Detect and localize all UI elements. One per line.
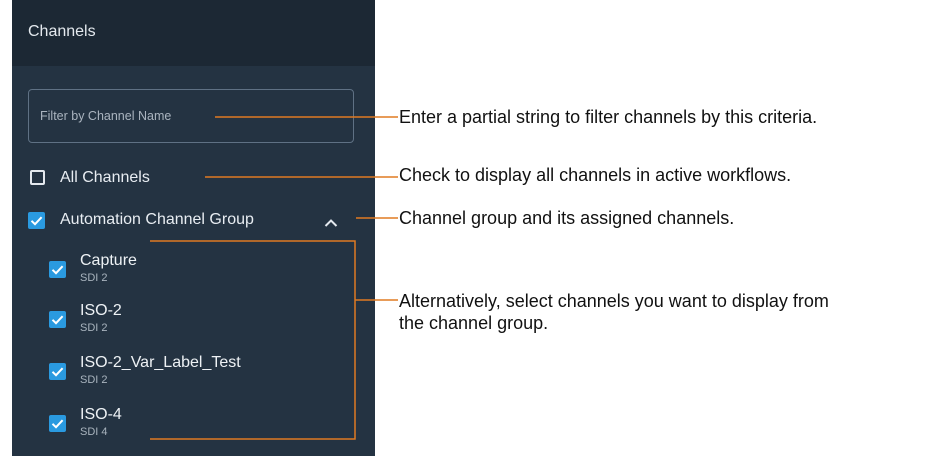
annotation-group: Channel group and its assigned channels. (399, 208, 735, 228)
annotation-channels-line1: Alternatively, select channels you want … (399, 291, 829, 311)
annotation-all-channels: Check to display all channels in active … (399, 165, 792, 185)
callout-bracket-channels (150, 240, 398, 440)
annotation-filter: Enter a partial string to filter channel… (399, 107, 818, 127)
annotation-channels-line2: the channel group. (399, 313, 549, 333)
